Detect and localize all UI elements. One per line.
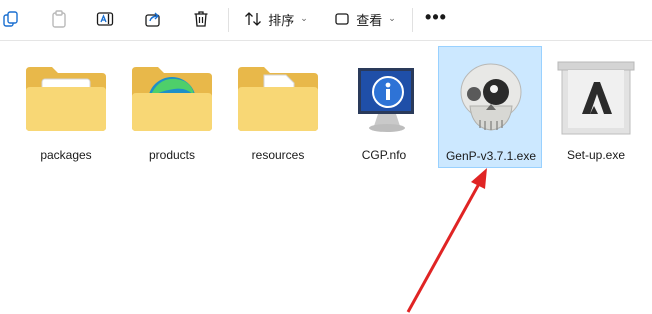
chevron-down-icon: ⌄ (300, 12, 308, 23)
file-item-packages[interactable]: packages (14, 46, 118, 168)
more-options-button[interactable]: ••• (420, 4, 452, 34)
file-name: CGP.nfo (361, 148, 407, 162)
folder-icon (226, 52, 330, 144)
adobe-installer-icon (544, 52, 648, 144)
view-icon (335, 13, 349, 25)
folder-icon (120, 52, 224, 144)
file-item-setup-exe[interactable]: Set-up.exe (544, 46, 648, 168)
file-name: Set-up.exe (566, 148, 626, 162)
share-icon (145, 12, 160, 27)
trash-icon (194, 11, 208, 27)
file-item-genp-exe[interactable]: GenP-v3.7.1.exe (438, 46, 542, 168)
rename-icon (96, 12, 114, 26)
folder-icon (14, 52, 118, 144)
toolbar-divider (228, 8, 229, 32)
delete-button[interactable] (188, 4, 214, 34)
view-label: 查看 (356, 12, 383, 28)
file-item-cgp-nfo[interactable]: CGP.nfo (332, 46, 436, 168)
file-item-resources[interactable]: resources (226, 46, 330, 168)
view-dropdown[interactable]: 查看 ⌄ (330, 4, 400, 34)
paste-button[interactable] (46, 4, 72, 34)
sort-dropdown[interactable]: 排序 ⌄ (240, 4, 312, 34)
file-name: GenP-v3.7.1.exe (445, 149, 537, 163)
skull-icon (439, 53, 543, 145)
more-icon: ••• (425, 7, 447, 27)
file-name: products (148, 148, 196, 162)
rename-button[interactable] (92, 4, 118, 34)
sort-label: 排序 (268, 12, 295, 28)
copy-icon (3, 11, 18, 27)
share-button[interactable] (140, 4, 166, 34)
file-name: packages (40, 148, 92, 162)
file-item-products[interactable]: products (120, 46, 224, 168)
chevron-down-icon: ⌄ (388, 12, 396, 23)
toolbar-divider (412, 8, 413, 32)
info-file-icon (332, 52, 436, 144)
file-name: resources (251, 148, 305, 162)
paste-icon (52, 10, 66, 28)
sort-icon (245, 12, 262, 26)
command-bar: 排序 ⌄ 查看 ⌄ ••• (0, 0, 652, 41)
copy-button[interactable] (0, 4, 22, 34)
